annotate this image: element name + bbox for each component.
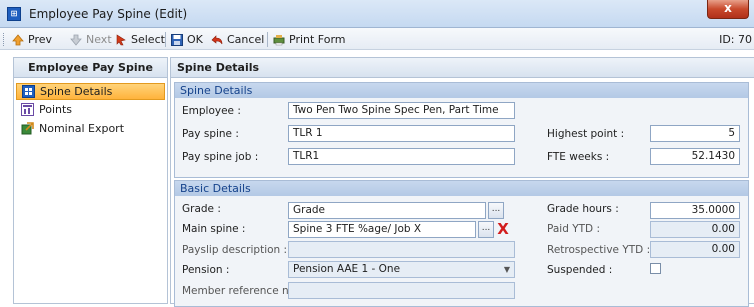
group-body: Employee : Two Pen Two Spine Spec Pen, P… bbox=[175, 98, 748, 177]
grade-hours-label: Grade hours : bbox=[547, 203, 619, 215]
ok-button[interactable]: OK bbox=[171, 32, 203, 47]
grid-icon bbox=[22, 85, 35, 98]
title-bar: ⊞ Employee Pay Spine (Edit) x bbox=[0, 0, 754, 28]
main-panel: Spine Details Spine Details Employee : T… bbox=[170, 57, 754, 307]
pay-spine-field[interactable]: TLR 1 bbox=[288, 125, 515, 142]
basic-details-group: Basic Details Grade : Grade ... Main spi… bbox=[174, 180, 749, 307]
arrow-up-icon bbox=[12, 33, 24, 46]
app-grid-icon: ⊞ bbox=[7, 7, 21, 21]
toolbar-separator bbox=[165, 32, 166, 47]
prev-button[interactable]: Prev bbox=[12, 32, 52, 47]
main-spine-field[interactable]: Spine 3 FTE %age/ Job X bbox=[288, 221, 476, 238]
chart-icon bbox=[21, 103, 34, 116]
highest-point-field[interactable]: 5 bbox=[650, 125, 740, 142]
pension-label: Pension : bbox=[182, 264, 230, 276]
paid-ytd-field[interactable]: 0.00 bbox=[650, 221, 740, 238]
pay-spine-job-label: Pay spine job : bbox=[182, 151, 259, 163]
sidebar-item-label: Nominal Export bbox=[39, 122, 125, 135]
fte-weeks-label: FTE weeks : bbox=[547, 151, 610, 163]
next-button[interactable]: Next bbox=[70, 32, 112, 47]
close-button[interactable]: x bbox=[707, 0, 749, 19]
group-header: Spine Details bbox=[175, 83, 748, 98]
print-form-icon bbox=[273, 34, 285, 46]
grade-hours-field[interactable]: 35.0000 bbox=[650, 202, 740, 219]
pension-select[interactable]: Pension AAE 1 - One ▼ bbox=[288, 261, 515, 278]
paid-ytd-label: Paid YTD : bbox=[547, 223, 601, 235]
main-spine-label: Main spine : bbox=[182, 223, 246, 235]
payslip-description-field[interactable] bbox=[288, 241, 515, 258]
grade-browse-button[interactable]: ... bbox=[488, 202, 504, 219]
record-id: ID: 70 bbox=[719, 33, 752, 46]
ok-label: OK bbox=[187, 33, 203, 46]
group-body: Grade : Grade ... Main spine : Spine 3 F… bbox=[175, 196, 748, 306]
spine-details-group: Spine Details Employee : Two Pen Two Spi… bbox=[174, 82, 749, 178]
sidebar-item-label: Spine Details bbox=[40, 85, 113, 98]
group-header: Basic Details bbox=[175, 181, 748, 196]
pay-spine-job-field[interactable]: TLR1 bbox=[288, 148, 515, 165]
undo-arrow-icon bbox=[211, 34, 223, 46]
toolbar: Prev Next Select OK Cancel Print Form ID… bbox=[0, 28, 754, 50]
employee-label: Employee : bbox=[182, 105, 241, 117]
grade-field[interactable]: Grade bbox=[288, 202, 486, 219]
print-form-label: Print Form bbox=[289, 33, 346, 46]
prev-label: Prev bbox=[28, 33, 52, 46]
pension-selected-value: Pension AAE 1 - One bbox=[293, 263, 401, 275]
sidebar-header: Employee Pay Spine bbox=[14, 58, 167, 78]
sidebar-item-points[interactable]: Points bbox=[16, 101, 165, 118]
fte-weeks-field[interactable]: 52.1430 bbox=[650, 148, 740, 165]
suspended-label: Suspended : bbox=[547, 264, 613, 276]
sidebar-item-label: Points bbox=[39, 103, 73, 116]
sidebar-item-spine-details[interactable]: Spine Details bbox=[16, 83, 165, 100]
select-pointer-icon bbox=[115, 33, 127, 46]
member-reference-label: Member reference no : bbox=[182, 285, 302, 297]
main-spine-browse-button[interactable]: ... bbox=[478, 221, 494, 238]
cancel-label: Cancel bbox=[227, 33, 265, 46]
main-header: Spine Details bbox=[171, 58, 754, 78]
save-disk-icon bbox=[171, 33, 183, 46]
cancel-button[interactable]: Cancel bbox=[211, 32, 264, 47]
dropdown-arrow-icon[interactable]: ▼ bbox=[504, 262, 510, 277]
toolbar-separator bbox=[267, 32, 268, 47]
select-label: Select bbox=[131, 33, 165, 46]
delete-icon[interactable]: X bbox=[495, 221, 511, 238]
retrospective-ytd-field[interactable]: 0.00 bbox=[650, 241, 740, 258]
payslip-description-label: Payslip description : bbox=[182, 244, 288, 256]
sidebar: Employee Pay Spine Spine Details Points … bbox=[13, 57, 168, 304]
grade-label: Grade : bbox=[182, 203, 221, 215]
suspended-checkbox[interactable] bbox=[650, 263, 661, 274]
window-title: Employee Pay Spine (Edit) bbox=[29, 7, 188, 21]
select-button[interactable]: Select bbox=[115, 32, 165, 47]
member-reference-field[interactable] bbox=[288, 282, 515, 299]
sidebar-item-nominal-export[interactable]: Nominal Export bbox=[16, 120, 165, 137]
arrow-down-icon bbox=[70, 34, 82, 46]
retrospective-ytd-label: Retrospective YTD : bbox=[547, 244, 651, 256]
print-form-button[interactable]: Print Form bbox=[273, 32, 346, 47]
next-label: Next bbox=[86, 33, 112, 46]
pay-spine-label: Pay spine : bbox=[182, 128, 239, 140]
export-icon bbox=[21, 122, 34, 135]
highest-point-label: Highest point : bbox=[547, 128, 625, 140]
toolbar-grip[interactable] bbox=[3, 33, 6, 46]
employee-field[interactable]: Two Pen Two Spine Spec Pen, Part Time bbox=[288, 102, 515, 119]
